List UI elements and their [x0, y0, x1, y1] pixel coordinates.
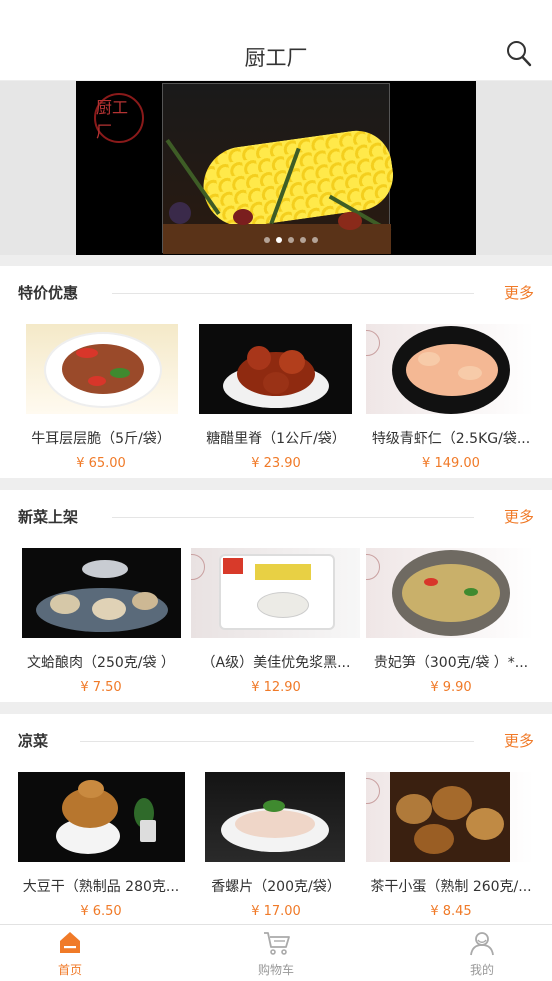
- product-image: [199, 324, 352, 414]
- product-image: [366, 772, 534, 862]
- more-link[interactable]: 更多: [504, 730, 534, 751]
- divider: [112, 293, 474, 294]
- product-price: ¥ 23.90: [251, 456, 301, 471]
- carousel-dot[interactable]: [312, 237, 318, 243]
- cart-icon: [263, 930, 290, 956]
- tab-profile[interactable]: 我的: [422, 925, 542, 981]
- banner-carousel[interactable]: 厨工厂: [0, 81, 552, 255]
- product-name: 特级青虾仁（2.5KG/袋...: [371, 431, 531, 447]
- carousel-dots[interactable]: [264, 237, 318, 243]
- product-name: 茶干小蛋（熟制 260克/...: [370, 879, 532, 895]
- home-icon: [57, 930, 83, 956]
- product-price: ¥ 149.00: [422, 456, 480, 471]
- section-new-arrivals: 新菜上架 更多 文蛤酿肉（250克/袋 ） ¥ 7.50 （A级）美佳优免浆黑.…: [0, 490, 552, 702]
- product-card[interactable]: 特级青虾仁（2.5KG/袋... ¥ 149.00: [366, 324, 536, 474]
- product-image: [22, 548, 181, 638]
- product-price: ¥ 8.45: [430, 904, 472, 919]
- brand-logo: 厨工厂: [94, 93, 144, 143]
- product-price: ¥ 17.00: [251, 904, 301, 919]
- product-image: [191, 548, 360, 638]
- banner-slide[interactable]: 厨工厂: [76, 81, 476, 255]
- product-image: [366, 548, 534, 638]
- carousel-dot-active[interactable]: [276, 237, 282, 243]
- section-title: 特价优惠: [18, 284, 79, 302]
- section-special-offers: 特价优惠 更多 牛耳层层脆（5斤/袋） ¥ 65.00 糖醋里脊（1公斤/袋） …: [0, 266, 552, 478]
- product-price: ¥ 6.50: [80, 904, 122, 919]
- product-name: 大豆干（熟制品 280克...: [22, 879, 180, 895]
- product-name: （A级）美佳优免浆黑...: [201, 655, 351, 671]
- product-price: ¥ 12.90: [251, 680, 301, 695]
- divider: [112, 517, 474, 518]
- product-name: 文蛤酿肉（250克/袋 ）: [27, 655, 175, 671]
- product-card[interactable]: 大豆干（熟制品 280克... ¥ 6.50: [16, 772, 186, 922]
- product-card[interactable]: 牛耳层层脆（5斤/袋） ¥ 65.00: [16, 324, 186, 474]
- carousel-dot[interactable]: [288, 237, 294, 243]
- product-card[interactable]: 贵妃笋（300克/袋 ）*... ¥ 9.90: [366, 548, 536, 698]
- product-name: 贵妃笋（300克/袋 ）*...: [373, 655, 529, 671]
- product-image: [26, 324, 178, 414]
- app-screen: 厨工厂 厨工厂 特价优惠 更多 牛耳层层脆（5斤/袋） ¥ 65.00 糖醋里脊…: [0, 0, 552, 981]
- section-header: 特价优惠 更多: [0, 266, 552, 320]
- section-header: 凉菜 更多: [0, 714, 552, 768]
- section-title: 凉菜: [18, 732, 49, 750]
- carousel-dot[interactable]: [300, 237, 306, 243]
- product-card[interactable]: 文蛤酿肉（250克/袋 ） ¥ 7.50: [16, 548, 186, 698]
- product-image: [18, 772, 185, 862]
- tab-label: 首页: [57, 963, 82, 977]
- divider: [80, 741, 474, 742]
- product-card[interactable]: （A级）美佳优免浆黑... ¥ 12.90: [191, 548, 361, 698]
- product-image: [205, 772, 345, 862]
- product-card[interactable]: 糖醋里脊（1公斤/袋） ¥ 23.90: [191, 324, 361, 474]
- page-title: 厨工厂: [244, 46, 308, 70]
- product-image: [366, 324, 534, 414]
- tab-home[interactable]: 首页: [10, 925, 130, 981]
- more-link[interactable]: 更多: [504, 506, 534, 527]
- more-link[interactable]: 更多: [504, 282, 534, 303]
- user-icon: [469, 930, 495, 956]
- product-name: 糖醋里脊（1公斤/袋）: [206, 431, 346, 447]
- product-name: 香螺片（200克/袋）: [211, 879, 341, 895]
- app-header: 厨工厂: [0, 0, 552, 80]
- section-header: 新菜上架 更多: [0, 490, 552, 544]
- tab-label: 我的: [469, 963, 494, 977]
- section-title: 新菜上架: [18, 508, 79, 526]
- product-name: 牛耳层层脆（5斤/袋）: [31, 431, 171, 447]
- product-price: ¥ 9.90: [430, 680, 472, 695]
- carousel-dot[interactable]: [264, 237, 270, 243]
- section-cold-dishes: 凉菜 更多 大豆干（熟制品 280克... ¥ 6.50 香螺片（200克/袋）…: [0, 714, 552, 926]
- banner-image-corn: [162, 83, 398, 254]
- search-icon[interactable]: [506, 40, 532, 68]
- product-card[interactable]: 茶干小蛋（熟制 260克/... ¥ 8.45: [366, 772, 536, 922]
- tab-cart[interactable]: 购物车: [216, 925, 336, 981]
- bottom-tab-bar: 首页 购物车 我的: [0, 924, 552, 981]
- product-card[interactable]: 香螺片（200克/袋） ¥ 17.00: [191, 772, 361, 922]
- tab-label: 购物车: [257, 963, 294, 977]
- product-price: ¥ 65.00: [76, 456, 126, 471]
- product-price: ¥ 7.50: [80, 680, 122, 695]
